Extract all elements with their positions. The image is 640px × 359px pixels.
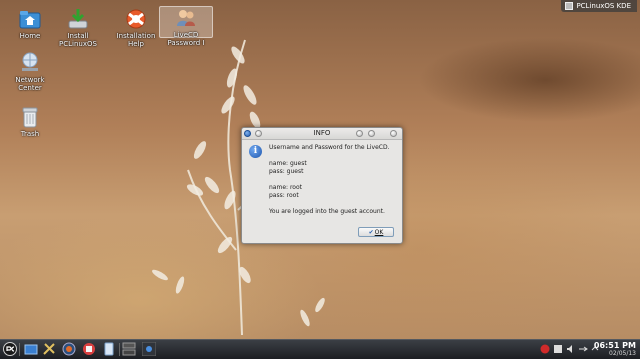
info-dialog: INFO i Username and Password for the Liv… bbox=[241, 127, 403, 244]
trash-icon bbox=[19, 106, 41, 128]
message-line: name: root bbox=[269, 184, 302, 191]
clock[interactable]: 06:51 PM 02/05/13 bbox=[594, 341, 636, 357]
pager-icon[interactable] bbox=[122, 342, 136, 356]
widget-icon bbox=[565, 2, 574, 10]
system-settings-icon[interactable] bbox=[42, 342, 56, 356]
file-manager-icon[interactable] bbox=[102, 342, 116, 356]
message-line: pass: root bbox=[269, 192, 299, 199]
notification-icon[interactable] bbox=[540, 344, 550, 354]
minimize-button[interactable] bbox=[368, 130, 375, 137]
volume-icon[interactable] bbox=[566, 344, 576, 354]
dialog-title: INFO bbox=[313, 129, 331, 137]
show-desktop-icon[interactable] bbox=[24, 342, 38, 356]
kde-badge-label: PCLinuxOS KDE bbox=[576, 2, 631, 10]
desktop-icon-label: Network Center bbox=[15, 76, 45, 92]
install-drive-icon bbox=[67, 8, 89, 30]
desktop: Home Install PCLinuxOS Installation Help bbox=[0, 0, 640, 340]
desktop-icon-network-center[interactable]: Network Center bbox=[4, 52, 56, 92]
package-manager-icon[interactable] bbox=[82, 342, 96, 356]
taskbar: 06:51 PM 02/05/13 bbox=[0, 339, 640, 359]
ok-button[interactable]: ✔OK bbox=[358, 227, 394, 237]
clock-time: 06:51 PM bbox=[593, 341, 636, 350]
message-line: You are logged into the guest account. bbox=[269, 208, 385, 215]
kde-badge[interactable]: PCLinuxOS KDE bbox=[561, 0, 637, 12]
help-button[interactable] bbox=[356, 130, 363, 137]
taskbar-separator bbox=[19, 343, 20, 356]
desktop-icon-install[interactable]: Install PCLinuxOS bbox=[52, 8, 104, 48]
message-line: pass: guest bbox=[269, 168, 304, 175]
dialog-message: Username and Password for the LiveCD. na… bbox=[269, 144, 390, 216]
message-line: Username and Password for the LiveCD. bbox=[269, 144, 390, 151]
pclinuxos-menu-icon[interactable] bbox=[3, 342, 17, 356]
desktop-icon-installation-help[interactable]: Installation Help bbox=[110, 8, 162, 48]
task-info-icon[interactable] bbox=[142, 342, 156, 356]
desktop-icon-label: Install PCLinuxOS bbox=[59, 32, 97, 48]
checkmark-icon: ✔ bbox=[368, 229, 374, 236]
desktop-icon-trash[interactable]: Trash bbox=[4, 106, 56, 138]
updates-icon[interactable] bbox=[553, 344, 563, 354]
taskbar-separator bbox=[119, 343, 120, 356]
ok-button-label: OK bbox=[374, 229, 384, 236]
desktop-icon-livecd-password[interactable]: LiveCD Password I bbox=[159, 6, 213, 47]
web-browser-icon[interactable] bbox=[62, 342, 76, 356]
network-icon bbox=[19, 52, 41, 74]
usb-icon[interactable] bbox=[578, 344, 588, 354]
users-icon bbox=[175, 7, 197, 29]
information-icon: i bbox=[249, 145, 262, 158]
desktop-icon-label: Installation Help bbox=[116, 32, 156, 48]
desktop-icon-label: LiveCD Password I bbox=[167, 31, 205, 47]
dialog-titlebar[interactable]: INFO bbox=[242, 128, 402, 140]
message-line: name: guest bbox=[269, 160, 307, 167]
home-folder-icon bbox=[19, 8, 41, 30]
close-button[interactable] bbox=[390, 130, 397, 137]
lifebuoy-icon bbox=[125, 8, 147, 30]
desktop-icon-label: Trash bbox=[20, 130, 40, 138]
desktop-icon-label: Home bbox=[19, 32, 41, 40]
desktop-icon-home[interactable]: Home bbox=[4, 8, 56, 40]
clock-date: 02/05/13 bbox=[609, 350, 636, 357]
